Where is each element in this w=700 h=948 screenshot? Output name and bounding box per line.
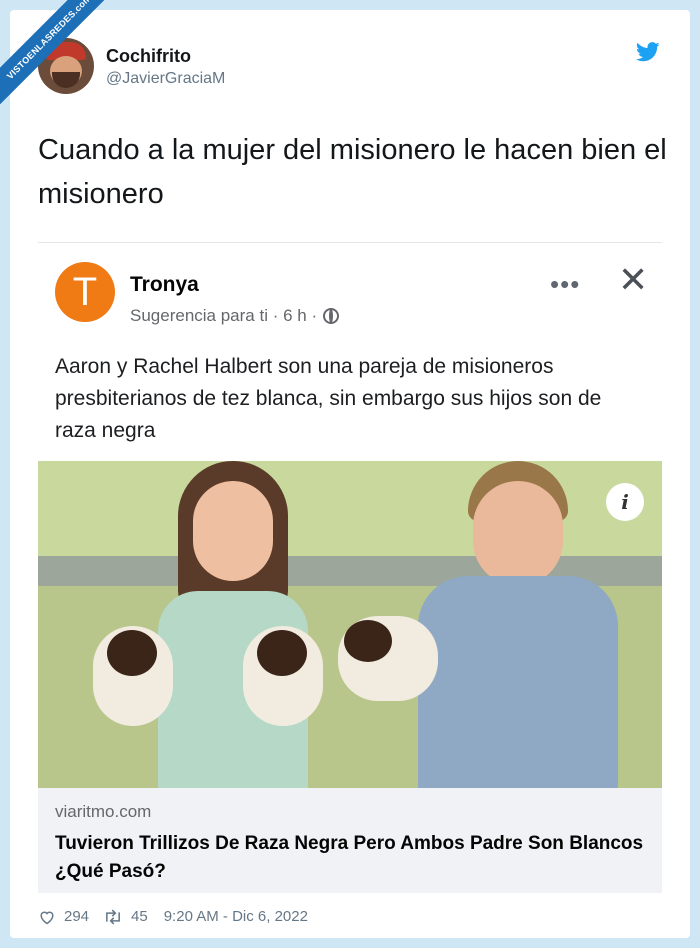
author-handle[interactable]: @JavierGraciaM [106,70,225,88]
tweet-card: VISTOENLASREDES.com Cochifrito @JavierGr… [0,0,690,938]
info-icon[interactable]: i [606,483,644,521]
post-photo[interactable]: i [38,461,662,788]
baby-1 [93,626,173,726]
globe-icon [323,308,340,324]
link-headline[interactable]: Tuvieron Trillizos De Raza Negra Pero Am… [55,830,645,886]
baby-3 [338,616,438,701]
man-figure [418,461,618,788]
close-icon[interactable]: ✕ [618,259,648,301]
page-logo[interactable]: T [55,262,115,322]
woman-figure [148,461,318,788]
baby-2 [243,626,323,726]
heart-icon[interactable] [38,909,56,925]
post-meta: Sugerencia para ti · 6 h · [130,306,340,326]
author-name[interactable]: Cochifrito [106,46,191,67]
post-text: Aaron y Rachel Halbert son una pareja de… [55,355,602,442]
link-preview[interactable]: viaritmo.com Tuvieron Trillizos De Raza … [38,788,662,893]
retweet-count: 45 [131,908,148,925]
page-name[interactable]: Tronya [130,273,199,297]
tweet-timestamp[interactable]: 9:20 AM - Dic 6, 2022 [164,908,308,925]
more-options-icon[interactable]: ••• [550,269,580,300]
like-count: 294 [64,908,90,925]
twitter-bird-icon [635,42,660,67]
tweet-text: Cuando a la mujer del misionero le hacen… [38,134,667,210]
retweet-icon[interactable] [103,909,123,925]
post-meta-text: Sugerencia para ti · 6 h · [130,306,318,325]
link-domain: viaritmo.com [55,802,152,821]
tweet-footer: 294 45 9:20 AM - Dic 6, 2022 [38,908,308,925]
embedded-facebook-post: T Tronya Sugerencia para ti · 6 h · ••• … [38,242,662,893]
